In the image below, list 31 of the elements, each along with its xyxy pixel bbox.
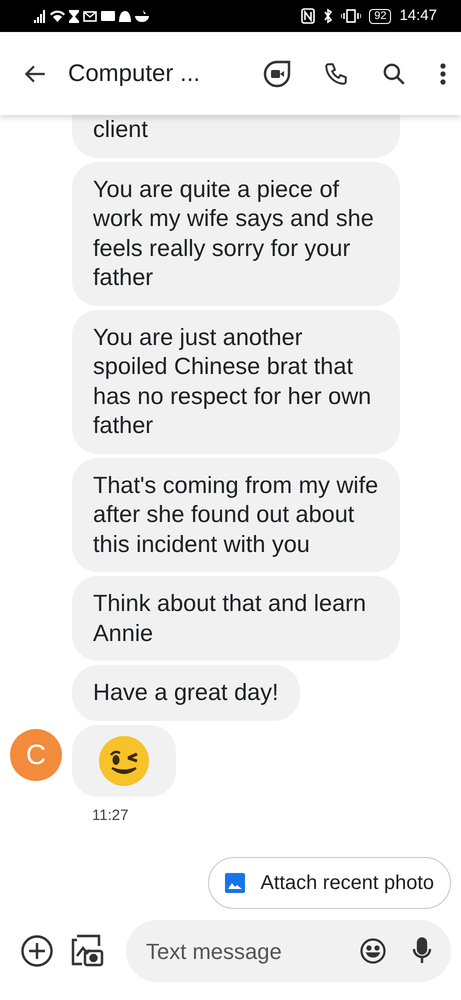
gallery-camera-button[interactable]: [70, 934, 104, 968]
video-call-button[interactable]: [263, 60, 291, 88]
nfc-icon: [301, 8, 316, 24]
microphone-icon[interactable]: [411, 937, 433, 965]
signal-icon: [34, 9, 46, 23]
mail-icon: [83, 10, 97, 22]
emoji-icon[interactable]: [359, 937, 387, 965]
winking-face-icon: [98, 734, 150, 786]
conversation-title: Computer ...: [68, 58, 200, 88]
message-bubble: That's coming from my wife after she found out about this incident with you: [72, 458, 400, 572]
message-bubble: You are quite a piece of work my wife says and she feels really sorry for your father: [72, 162, 400, 306]
phone-call-button[interactable]: [323, 60, 349, 86]
message-input[interactable]: Text message: [144, 934, 359, 968]
wifi-icon: [50, 10, 65, 22]
attach-photo-chip[interactable]: Attach recent photo: [208, 857, 451, 909]
image-icon: [224, 873, 245, 893]
message-time: 11:27: [92, 806, 130, 826]
message-bubble: You are just another spoiled Chinese brat that has no respect for her own father: [72, 310, 400, 454]
bluetooth-icon: [323, 8, 334, 24]
search-button[interactable]: [381, 60, 407, 86]
vibrate-icon: [341, 9, 362, 23]
clock-time: 14:47: [399, 6, 437, 26]
message-field[interactable]: Text message: [126, 920, 451, 982]
message-bubble: Have a great day!: [72, 665, 300, 720]
battery-level: 92: [369, 8, 392, 24]
more-options-button[interactable]: [439, 62, 447, 86]
hourglass-icon: [69, 10, 79, 22]
avatar: C: [10, 728, 62, 780]
message-bubble: client: [72, 115, 400, 158]
message-bubble: Think about that and learn Annie: [72, 576, 400, 661]
add-button[interactable]: [20, 934, 54, 968]
